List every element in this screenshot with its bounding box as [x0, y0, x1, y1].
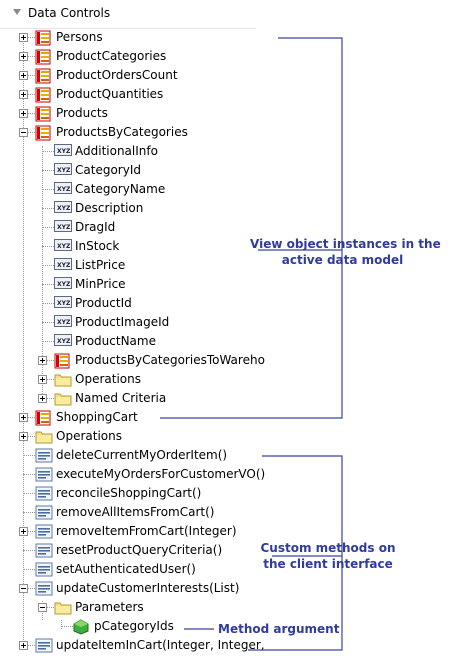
view-objects-brace: [160, 37, 343, 419]
callout-line-2: active data model: [281, 253, 404, 267]
method-argument-callout: Method argument: [218, 622, 340, 636]
custom-methods-callout: Custom methods on the client interface: [258, 540, 398, 572]
data-controls-panel: Data Controls Persons ProductCategories Pr…: [0, 0, 454, 671]
view-objects-callout: View object instances in the active data…: [250, 236, 441, 268]
callout-line-1: Custom methods on: [260, 541, 396, 555]
callout-line-2: the client interface: [263, 557, 393, 571]
callout-line-1: View object instances in the: [250, 237, 441, 251]
